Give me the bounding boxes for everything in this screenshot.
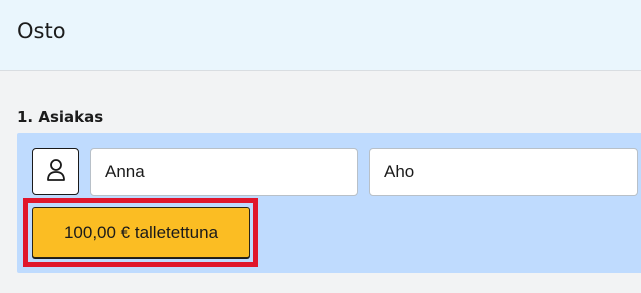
deposit-button-label: 100,00 € talletettuna: [63, 222, 219, 242]
customer-select-button[interactable]: [32, 148, 79, 195]
last-name-field[interactable]: [369, 148, 638, 196]
user-icon: [46, 158, 66, 186]
section-title-customer: 1. Asiakas: [17, 108, 104, 126]
deposit-button[interactable]: 100,00 € talletettuna: [32, 207, 250, 258]
page-header: Osto: [0, 0, 641, 71]
first-name-field[interactable]: [90, 148, 358, 196]
page-title: Osto: [17, 19, 66, 43]
